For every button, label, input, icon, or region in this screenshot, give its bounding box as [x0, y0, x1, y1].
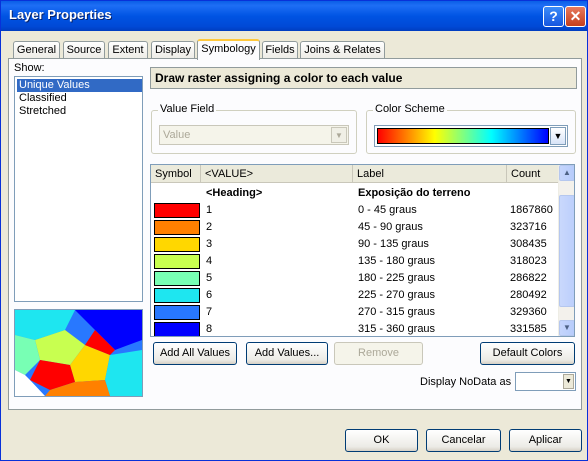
heading-value: <Heading>: [206, 187, 263, 199]
color-swatch[interactable]: [154, 220, 200, 235]
row-label: 135 - 180 graus: [358, 255, 436, 267]
color-ramp-preview: [377, 128, 549, 144]
scroll-down-icon[interactable]: ▼: [559, 320, 574, 336]
heading-row[interactable]: <Heading> Exposição do terreno: [151, 185, 558, 202]
row-value: 2: [206, 221, 213, 233]
chevron-down-icon[interactable]: ▼: [563, 374, 574, 389]
row-count: 286822: [510, 272, 547, 284]
table-row[interactable]: 1 0 - 45 graus 1867860: [151, 202, 558, 219]
chevron-down-icon[interactable]: ▼: [331, 127, 347, 143]
header-symbol[interactable]: Symbol: [151, 165, 201, 183]
tab-source[interactable]: Source: [63, 41, 105, 59]
row-label: 45 - 90 graus: [358, 221, 423, 233]
value-field-combo[interactable]: Value ▼: [159, 125, 349, 145]
vertical-scrollbar[interactable]: ▲ ▼: [558, 165, 574, 336]
add-all-values-button[interactable]: Add All Values: [153, 342, 237, 365]
row-value: 5: [206, 272, 213, 284]
window-title: Layer Properties: [9, 7, 112, 22]
value-field-label: Value Field: [158, 103, 217, 115]
tab-symbology[interactable]: Symbology: [197, 39, 260, 60]
row-value: 7: [206, 306, 213, 318]
table-row[interactable]: 6 225 - 270 graus 280492: [151, 287, 558, 304]
row-label: 0 - 45 graus: [358, 204, 417, 216]
dialog-button-bar: OK Cancelar Aplicar: [1, 411, 587, 460]
table-row[interactable]: 5 180 - 225 graus 286822: [151, 270, 558, 287]
row-label: 180 - 225 graus: [358, 272, 436, 284]
table-row[interactable]: 2 45 - 90 graus 323716: [151, 219, 558, 236]
tab-general[interactable]: General: [13, 41, 60, 59]
help-icon[interactable]: ?: [543, 6, 564, 27]
row-count: 318023: [510, 255, 547, 267]
row-value: 1: [206, 204, 213, 216]
remove-button[interactable]: Remove: [334, 342, 423, 365]
row-label: 270 - 315 graus: [358, 306, 436, 318]
table-row[interactable]: 7 270 - 315 graus 329360: [151, 304, 558, 321]
header-value[interactable]: <VALUE>: [201, 165, 353, 183]
row-count: 308435: [510, 238, 547, 250]
row-value: 4: [206, 255, 213, 267]
color-swatch[interactable]: [154, 203, 200, 218]
color-swatch[interactable]: [154, 322, 200, 336]
table-row[interactable]: 4 135 - 180 graus 318023: [151, 253, 558, 270]
color-swatch[interactable]: [154, 254, 200, 269]
color-swatch[interactable]: [154, 271, 200, 286]
apply-button[interactable]: Aplicar: [509, 429, 582, 452]
color-scheme-label: Color Scheme: [373, 103, 447, 115]
row-value: 6: [206, 289, 213, 301]
ok-button[interactable]: OK: [345, 429, 418, 452]
grid-header: Symbol <VALUE> Label Count: [151, 165, 558, 183]
add-values-button[interactable]: Add Values...: [246, 342, 328, 365]
tab-fields[interactable]: Fields: [262, 41, 298, 59]
color-swatch[interactable]: [154, 288, 200, 303]
show-item-classified[interactable]: Classified: [17, 92, 142, 105]
row-count: 280492: [510, 289, 547, 301]
heading-label: Exposição do terreno: [358, 187, 471, 199]
tab-display[interactable]: Display: [151, 41, 195, 59]
raster-preview-thumbnail: [14, 309, 143, 397]
layer-properties-dialog: Layer Properties ? ✕ General Source Exte…: [0, 0, 588, 461]
row-count: 323716: [510, 221, 547, 233]
tab-extent[interactable]: Extent: [108, 41, 148, 59]
nodata-color-picker[interactable]: ▼: [515, 372, 576, 391]
color-scheme-combo[interactable]: ▼: [374, 125, 568, 147]
default-colors-button[interactable]: Default Colors: [480, 342, 575, 365]
table-row[interactable]: 8 315 - 360 graus 331585: [151, 321, 558, 336]
scroll-up-icon[interactable]: ▲: [559, 165, 574, 181]
close-icon[interactable]: ✕: [565, 6, 586, 27]
table-row[interactable]: 3 90 - 135 graus 308435: [151, 236, 558, 253]
row-count: 1867860: [510, 204, 553, 216]
color-swatch[interactable]: [154, 305, 200, 320]
title-bar[interactable]: Layer Properties ? ✕: [1, 1, 587, 31]
show-list[interactable]: Unique Values Classified Stretched: [14, 76, 143, 302]
header-label[interactable]: Label: [353, 165, 507, 183]
values-grid[interactable]: Symbol <VALUE> Label Count <Heading> Exp…: [150, 164, 575, 337]
tab-joins-relates[interactable]: Joins & Relates: [300, 41, 385, 59]
show-item-unique-values[interactable]: Unique Values: [17, 79, 142, 92]
nodata-label: Display NoData as: [420, 376, 512, 388]
chevron-down-icon[interactable]: ▼: [550, 127, 566, 145]
show-label: Show:: [14, 62, 45, 74]
row-count: 329360: [510, 306, 547, 318]
cancel-button[interactable]: Cancelar: [426, 429, 501, 452]
row-label: 225 - 270 graus: [358, 289, 436, 301]
row-count: 331585: [510, 323, 547, 335]
row-value: 8: [206, 323, 213, 335]
row-value: 3: [206, 238, 213, 250]
scroll-thumb[interactable]: [559, 195, 574, 307]
header-count[interactable]: Count: [507, 165, 558, 183]
renderer-description: Draw raster assigning a color to each va…: [150, 67, 577, 89]
row-label: 315 - 360 graus: [358, 323, 436, 335]
color-swatch[interactable]: [154, 237, 200, 252]
show-item-stretched[interactable]: Stretched: [17, 105, 142, 118]
row-label: 90 - 135 graus: [358, 238, 429, 250]
value-field-value: Value: [163, 129, 191, 141]
